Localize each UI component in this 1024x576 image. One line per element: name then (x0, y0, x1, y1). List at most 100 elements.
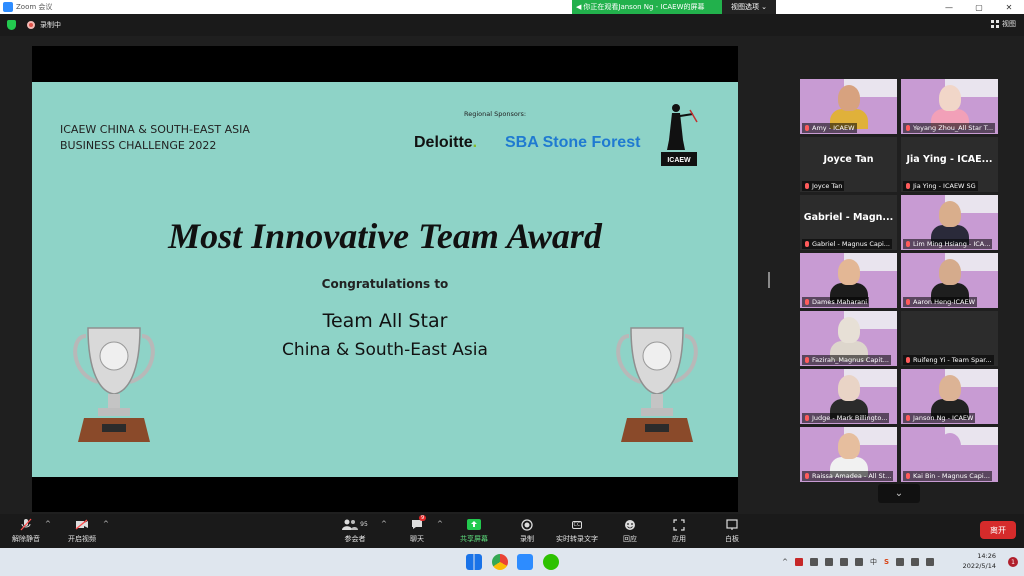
share-screen-button[interactable]: 共享屏幕 (460, 518, 488, 544)
meeting-info-bar: 录制中 视图 (0, 14, 1024, 36)
participant-tile[interactable]: Ruifeng Yi - Team Spar... (901, 311, 998, 366)
trophy-right-icon (616, 327, 698, 442)
zoom-taskbar-icon[interactable] (517, 554, 533, 570)
wifi-icon[interactable] (896, 558, 904, 566)
audio-options-caret[interactable]: ^ (45, 520, 51, 528)
muted-mic-icon (906, 473, 910, 479)
icaew-logo-text: ICAEW (667, 157, 691, 164)
start-video-label: 开启视频 (68, 535, 96, 543)
record-button[interactable]: 录制 (520, 518, 534, 544)
participant-name-text: Kai Bin - Magnus Capi... (913, 472, 990, 480)
chrome-icon[interactable] (492, 554, 508, 570)
participants-options-caret[interactable]: ^ (381, 520, 387, 528)
ime-chinese-icon[interactable]: 中 (870, 557, 877, 567)
tray-app-icon[interactable] (794, 558, 803, 566)
shared-screen[interactable]: ICAEW CHINA & SOUTH-EAST ASIA BUSINESS C… (32, 46, 738, 512)
wechat-icon[interactable] (543, 554, 559, 570)
whiteboard-button[interactable]: 白板 (725, 518, 739, 544)
notification-badge[interactable]: 1 (1008, 557, 1018, 567)
record-icon (520, 518, 534, 531)
clock-date: 2022/5/14 (962, 562, 996, 570)
participant-name-label: Judge - Mark Billingto... (802, 413, 890, 423)
participant-tile[interactable]: Yeyang Zhou_All Star T... (901, 79, 998, 134)
view-options-button[interactable]: 视图选项 ⌄ (722, 0, 776, 14)
participant-tile[interactable]: Amy - ICAEW (800, 79, 897, 134)
participant-tile[interactable]: Fazirah_Magnus Capit... (800, 311, 897, 366)
muted-mic-icon (805, 125, 809, 131)
muted-mic-icon (805, 415, 809, 421)
participants-label: 参会者 (344, 535, 366, 543)
tray-app-icon[interactable] (809, 558, 818, 566)
participant-face (939, 433, 961, 459)
participant-name-label: Kai Bin - Magnus Capi... (903, 471, 992, 481)
view-button[interactable]: 视图 (991, 19, 1016, 29)
participant-name-label: Aaron Heng-ICAEW (903, 297, 978, 307)
ime-sogou-icon[interactable]: S (884, 558, 889, 566)
tray-expand-icon[interactable]: ^ (782, 558, 788, 566)
tray-app-icon[interactable] (839, 558, 848, 566)
participant-display-name: Jia Ying - ICAE... (906, 154, 993, 165)
start-video-button[interactable]: 开启视频 (68, 518, 96, 544)
live-transcript-button[interactable]: CC 实时转录文字 (556, 518, 598, 544)
participant-tile[interactable]: Lim Ming Hsiang - ICA... (901, 195, 998, 250)
muted-mic-icon (805, 299, 809, 305)
muted-mic-icon (805, 473, 809, 479)
participant-tile[interactable]: Joyce Tan Joyce Tan (800, 137, 897, 192)
participant-tile[interactable]: Dames Maharani (800, 253, 897, 308)
trophy-left-icon (73, 327, 155, 442)
participant-tile[interactable]: Janson Ng - ICAEW (901, 369, 998, 424)
participant-name-text: Raissa Amadea - All St... (812, 472, 892, 480)
participant-name-text: Gabriel - Magnus Capi... (812, 240, 890, 248)
participant-tile[interactable]: Judge - Mark Billingto... (800, 369, 897, 424)
reactions-button[interactable]: 回应 (623, 518, 637, 544)
event-title: ICAEW CHINA & SOUTH-EAST ASIA BUSINESS C… (60, 122, 290, 154)
emoji-icon (623, 518, 637, 531)
apps-label: 应用 (672, 535, 686, 543)
participant-name-label: Dames Maharani (802, 297, 870, 307)
participant-tile[interactable]: Jia Ying - ICAE... Jia Ying - ICAEW SG (901, 137, 998, 192)
participant-name-label: Fazirah_Magnus Capit... (802, 355, 891, 365)
volume-icon[interactable] (911, 558, 919, 566)
chat-button[interactable]: 9 聊天 (410, 515, 427, 544)
participant-name-text: Fazirah_Magnus Capit... (812, 356, 889, 364)
muted-mic-icon (805, 241, 809, 247)
participant-tile[interactable]: Aaron Heng-ICAEW (901, 253, 998, 308)
maximize-button[interactable]: ▢ (964, 0, 994, 14)
zoom-window: Zoom 会议 ◀ 你正在观看Janson Ng - ICAEW的屏幕 视图选项… (0, 0, 1024, 576)
presentation-slide: ICAEW CHINA & SOUTH-EAST ASIA BUSINESS C… (32, 82, 738, 477)
microphone-icon[interactable] (854, 558, 863, 566)
whiteboard-label: 白板 (725, 535, 739, 543)
leave-meeting-button[interactable]: 离开 (980, 521, 1016, 539)
participant-tile[interactable]: Raissa Amadea - All St... (800, 427, 897, 482)
close-button[interactable]: ✕ (994, 0, 1024, 14)
security-shield-icon[interactable] (7, 20, 16, 30)
participant-face (838, 85, 860, 111)
recording-label[interactable]: 录制中 (40, 20, 61, 30)
participant-tile[interactable]: Gabriel - Magn... Gabriel - Magnus Capi..… (800, 195, 897, 250)
participant-name-label: Yeyang Zhou_All Star T... (903, 123, 996, 133)
minimize-button[interactable]: — (934, 0, 964, 14)
chat-options-caret[interactable]: ^ (437, 520, 443, 528)
award-title: Most Innovative Team Award (168, 216, 602, 256)
clock-time: 14:26 (977, 552, 996, 560)
participant-tile[interactable]: Kai Bin - Magnus Capi... (901, 427, 998, 482)
chat-label: 聊天 (410, 535, 424, 543)
participants-button[interactable]: 95 参会者 (340, 518, 370, 544)
tray-app-icon[interactable] (824, 558, 833, 566)
participant-name-label: Janson Ng - ICAEW (903, 413, 976, 423)
participant-display-name: Joyce Tan (823, 154, 874, 165)
unmute-button[interactable]: 解除静音 (12, 518, 40, 544)
clock[interactable]: 14:26 2022/5/14 (963, 551, 996, 571)
apps-button[interactable]: 应用 (672, 518, 686, 544)
window-controls: — ▢ ✕ (934, 0, 1024, 14)
windows-taskbar: ^ 中 S 14:26 2022/5/14 1 (0, 548, 1024, 576)
panel-resize-handle[interactable] (768, 272, 770, 288)
windows-start-icon[interactable] (466, 554, 482, 570)
viewing-screen-banner: ◀ 你正在观看Janson Ng - ICAEW的屏幕 (572, 0, 722, 14)
video-options-caret[interactable]: ^ (103, 520, 109, 528)
title-bar: Zoom 会议 (0, 0, 1024, 14)
gallery-scroll-down-button[interactable]: ⌄ (878, 484, 920, 503)
muted-mic-icon (906, 241, 910, 247)
battery-icon[interactable] (926, 558, 934, 566)
meeting-toolbar: 解除静音 ^ 开启视频 ^ 95 参会者 ^ 9 聊天 ^ 共享屏幕 录制 CC… (0, 514, 1024, 548)
